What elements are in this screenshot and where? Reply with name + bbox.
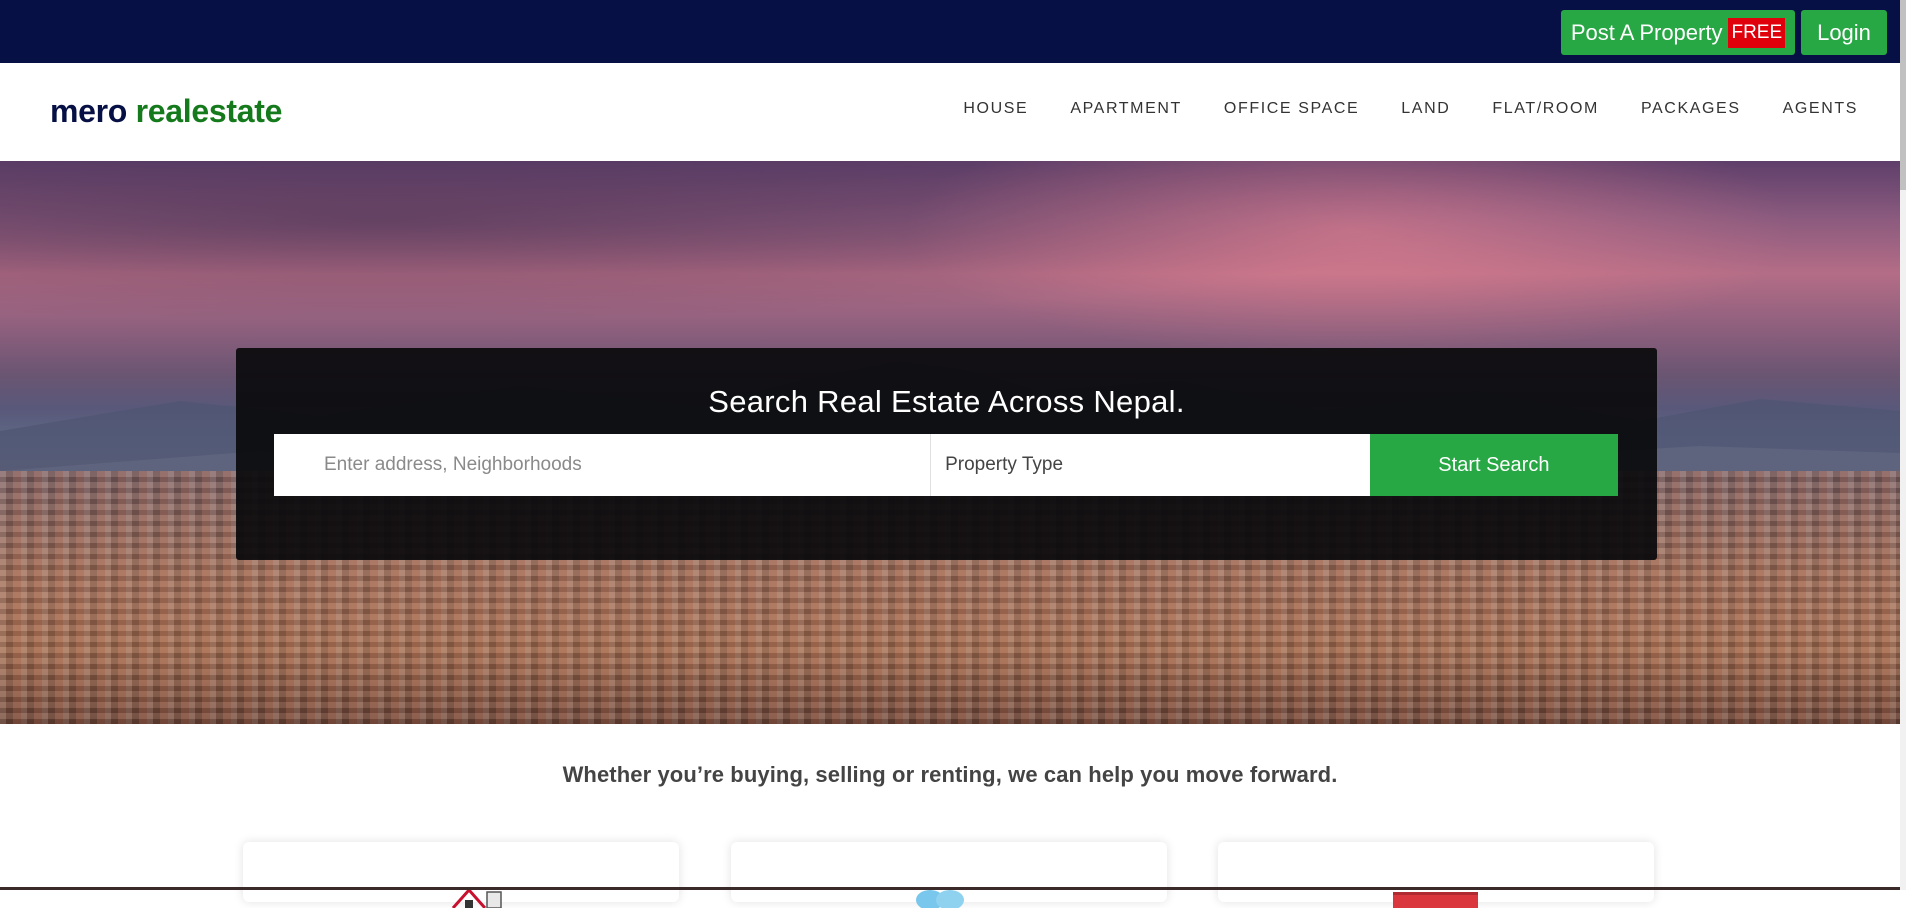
house-icon [451, 887, 502, 908]
nav-office-space[interactable]: OFFICE SPACE [1224, 100, 1359, 118]
logo-text-mero: mero [50, 93, 128, 129]
top-bar: Post A Property FREE Login [0, 0, 1900, 63]
service-card-sell[interactable] [731, 842, 1167, 908]
tagline: Whether you’re buying, selling or rentin… [562, 762, 1338, 787]
main-nav: HOUSE APARTMENT OFFICE SPACE LAND FLAT/R… [963, 100, 1858, 118]
search-panel: Search Real Estate Across Nepal. Propert… [236, 348, 1657, 560]
scrollbar-thumb[interactable] [1900, 0, 1906, 190]
start-search-button[interactable]: Start Search [1369, 434, 1618, 496]
hero-banner: Search Real Estate Across Nepal. Propert… [0, 161, 1900, 724]
search-title: Search Real Estate Across Nepal. [708, 384, 1185, 419]
handshake-icon [916, 890, 964, 908]
nav-apartment[interactable]: APARTMENT [1070, 100, 1182, 118]
nav-house[interactable]: HOUSE [963, 100, 1028, 118]
service-card-rent[interactable] [1218, 842, 1654, 908]
page-scrollbar[interactable] [1900, 0, 1906, 890]
property-type-select[interactable]: Property Type [931, 434, 1370, 496]
main-header: mero realestate HOUSE APARTMENT OFFICE S… [0, 63, 1900, 161]
address-search-input[interactable] [274, 434, 932, 496]
site-logo[interactable]: mero realestate [50, 93, 282, 130]
nav-flat-room[interactable]: FLAT/ROOM [1492, 100, 1599, 118]
sign-icon [1393, 892, 1478, 908]
nav-agents[interactable]: AGENTS [1783, 100, 1858, 118]
post-property-button[interactable]: Post A Property FREE [1561, 10, 1795, 55]
post-property-label: Post A Property [1570, 19, 1723, 45]
nav-packages[interactable]: PACKAGES [1641, 100, 1741, 118]
nav-land[interactable]: LAND [1401, 100, 1450, 118]
service-card-buy[interactable] [243, 842, 679, 908]
logo-text-realestate: realestate [135, 93, 283, 129]
search-form: Property Type Start Search [274, 434, 1618, 496]
free-badge: FREE [1728, 17, 1786, 48]
login-button[interactable]: Login [1801, 10, 1887, 55]
